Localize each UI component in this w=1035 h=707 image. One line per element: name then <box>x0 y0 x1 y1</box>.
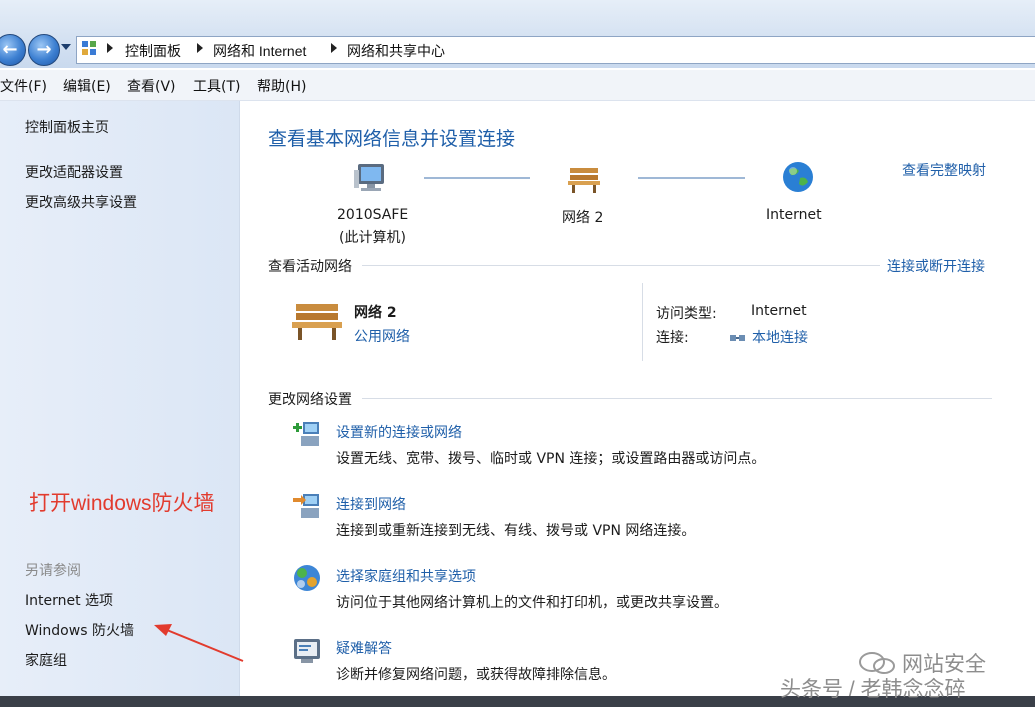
homegroup-icon[interactable] <box>291 562 323 594</box>
connect-network-icon[interactable] <box>291 490 323 522</box>
page-title: 查看基本网络信息并设置连接 <box>268 128 516 150</box>
menu-bar: 文件(F) 编辑(E) 查看(V) 工具(T) 帮助(H) <box>0 70 1035 101</box>
active-network-name: 网络 2 <box>354 305 397 321</box>
map-network-name: 网络 2 <box>562 210 604 226</box>
connect-to-network-link[interactable]: 连接到网络 <box>336 494 406 514</box>
breadcrumb[interactable]: 控制面板 网络和 Internet 网络和共享中心 <box>76 36 1035 64</box>
menu-view[interactable]: 查看(V) <box>127 76 176 96</box>
menu-file[interactable]: 文件(F) <box>0 76 47 96</box>
back-button[interactable]: ← <box>0 34 26 66</box>
view-full-map-link[interactable]: 查看完整映射 <box>902 160 986 180</box>
troubleshoot-link[interactable]: 疑难解答 <box>336 638 392 658</box>
section-divider <box>362 265 880 266</box>
computer-name: 2010SAFE <box>337 207 409 223</box>
network-type-link[interactable]: 公用网络 <box>354 326 410 346</box>
troubleshoot-desc: 诊断并修复网络问题，或获得故障排除信息。 <box>336 667 616 683</box>
breadcrumb-network-internet[interactable]: 网络和 Internet <box>213 41 306 61</box>
map-connector <box>424 177 530 179</box>
network-bench-large-icon[interactable] <box>290 296 344 342</box>
homegroup-sharing-desc: 访问位于其他网络计算机上的文件和打印机，或更改共享设置。 <box>336 595 728 611</box>
breadcrumb-control-panel[interactable]: 控制面板 <box>125 41 181 61</box>
control-panel-icon <box>81 39 99 57</box>
computer-icon[interactable] <box>352 160 392 196</box>
forward-button[interactable]: → <box>28 34 60 66</box>
map-internet-name: Internet <box>766 207 822 223</box>
connect-to-network-desc: 连接到或重新连接到无线、有线、拨号或 VPN 网络连接。 <box>336 523 696 539</box>
section-divider <box>642 283 643 361</box>
change-advanced-sharing-link[interactable]: 更改高级共享设置 <box>25 192 137 212</box>
homegroup-sharing-link[interactable]: 选择家庭组和共享选项 <box>336 566 476 586</box>
menu-tools[interactable]: 工具(T) <box>193 76 240 96</box>
local-connection-link[interactable]: 本地连接 <box>752 327 808 347</box>
setup-new-connection-link[interactable]: 设置新的连接或网络 <box>336 422 462 442</box>
control-panel-home-link[interactable]: 控制面板主页 <box>25 117 109 137</box>
annotation-arrow <box>154 624 244 662</box>
breadcrumb-arrow-icon[interactable] <box>197 43 203 53</box>
annotation-text: 打开windows防火墙 <box>29 492 215 515</box>
local-connection-icon <box>729 329 747 341</box>
breadcrumb-arrow-icon[interactable] <box>107 43 113 53</box>
connect-disconnect-link[interactable]: 连接或断开连接 <box>887 256 985 276</box>
active-networks-heading: 查看活动网络 <box>268 259 352 275</box>
connections-label: 连接: <box>656 330 689 346</box>
troubleshoot-icon[interactable] <box>291 634 323 666</box>
computer-note: (此计算机) <box>339 230 406 246</box>
new-connection-icon[interactable] <box>291 418 323 450</box>
watermark-byline: 头条号 / 老韩念念碎 <box>780 678 966 701</box>
internet-globe-icon[interactable] <box>781 160 815 194</box>
breadcrumb-network-sharing-center[interactable]: 网络和共享中心 <box>347 41 445 61</box>
task-pane: 控制面板主页 更改适配器设置 更改高级共享设置 另请参阅 Internet 选项… <box>0 101 240 707</box>
change-adapter-settings-link[interactable]: 更改适配器设置 <box>25 162 123 182</box>
internet-options-link[interactable]: Internet 选项 <box>25 590 113 610</box>
access-type-value: Internet <box>751 303 807 319</box>
setup-new-connection-desc: 设置无线、宽带、拨号、临时或 VPN 连接；或设置路由器或访问点。 <box>336 451 766 467</box>
breadcrumb-arrow-icon[interactable] <box>331 43 337 53</box>
recent-pages-dropdown[interactable] <box>61 44 71 50</box>
menu-edit[interactable]: 编辑(E) <box>63 76 111 96</box>
see-also-heading: 另请参阅 <box>25 563 81 579</box>
address-bar: ← → 控制面板 网络和 Internet 网络和共享中心 <box>0 0 1035 68</box>
access-type-label: 访问类型: <box>656 306 717 322</box>
map-connector <box>638 177 745 179</box>
menu-help[interactable]: 帮助(H) <box>257 76 306 96</box>
change-settings-heading: 更改网络设置 <box>268 392 352 408</box>
homegroup-link[interactable]: 家庭组 <box>25 650 67 670</box>
network-bench-icon[interactable] <box>566 162 602 194</box>
section-divider <box>362 398 992 399</box>
windows-firewall-link[interactable]: Windows 防火墙 <box>25 620 134 640</box>
